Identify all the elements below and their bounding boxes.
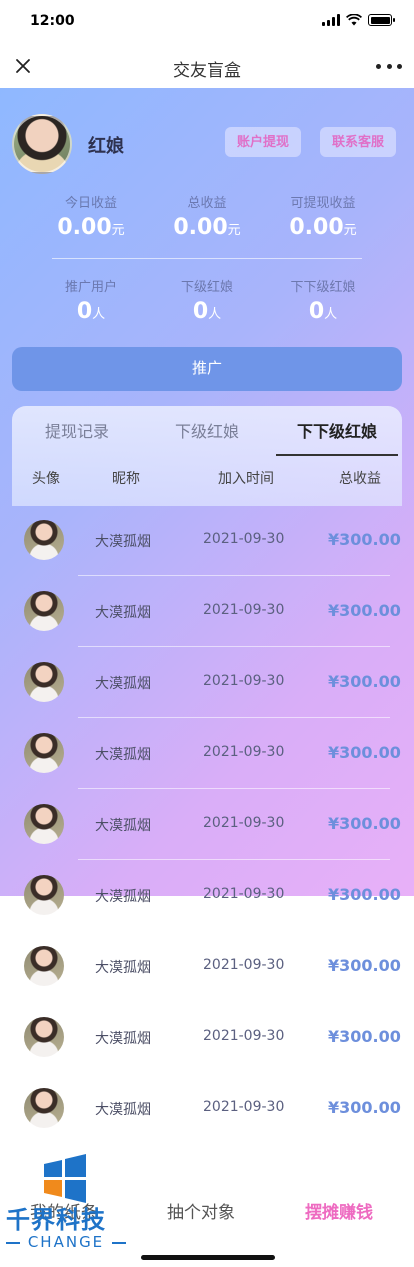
row-join-time: 2021-09-30 <box>203 531 285 547</box>
row-amount: ¥300.00 <box>328 743 401 762</box>
stat-sub-matchmakers: 下级红娘 0人 <box>149 276 265 324</box>
table-row[interactable]: 大漠孤烟 2021-09-30 ¥300.00 <box>12 860 402 931</box>
status-icons <box>322 14 395 26</box>
table-row[interactable]: 大漠孤烟 2021-09-30 ¥300.00 <box>12 505 402 576</box>
withdraw-button[interactable]: 账户提现 <box>225 127 302 157</box>
stat-label: 推广用户 <box>64 280 117 295</box>
row-join-time: 2021-09-30 <box>203 957 285 973</box>
row-nickname: 大漠孤烟 <box>95 889 151 905</box>
divider <box>52 258 362 259</box>
table-header: 头像 昵称 加入时间 总收益 <box>12 468 402 492</box>
table-row[interactable]: 大漠孤烟 2021-09-30 ¥300.00 <box>12 789 402 860</box>
stat-total-income: 总收益 0.00元 <box>149 192 265 240</box>
stat-value: 0.00元 <box>289 215 357 240</box>
avatar <box>24 804 64 844</box>
promote-button[interactable]: 推广 <box>12 347 402 391</box>
wifi-icon <box>346 14 362 26</box>
table-row[interactable]: 大漠孤烟 2021-09-30 ¥300.00 <box>12 931 402 1002</box>
column-header-join-time: 加入时间 <box>218 471 274 487</box>
column-header-nickname: 昵称 <box>112 471 140 487</box>
row-nickname: 大漠孤烟 <box>95 747 151 763</box>
row-amount: ¥300.00 <box>328 814 401 833</box>
row-amount: ¥300.00 <box>328 672 401 691</box>
row-nickname: 大漠孤烟 <box>95 818 151 834</box>
row-join-time: 2021-09-30 <box>203 1028 285 1044</box>
row-join-time: 2021-09-30 <box>203 744 285 760</box>
tab-withdraw-records[interactable]: 提现记录 <box>12 406 142 454</box>
row-amount: ¥300.00 <box>328 885 401 904</box>
row-amount: ¥300.00 <box>328 601 401 620</box>
row-join-time: 2021-09-30 <box>203 815 285 831</box>
table-row[interactable]: 大漠孤烟 2021-09-30 ¥300.00 <box>12 576 402 647</box>
bottom-tab-draw-match[interactable]: 抽个对象 <box>167 1198 235 1223</box>
bottom-tab-earn-money[interactable]: 摆摊赚钱 <box>305 1198 373 1223</box>
page-title: 交友盲盒 <box>173 61 241 81</box>
row-amount: ¥300.00 <box>328 1027 401 1046</box>
avatar <box>24 875 64 915</box>
status-time: 12:00 <box>30 13 75 29</box>
stat-label: 总收益 <box>187 196 227 211</box>
status-bar: 12:00 <box>0 0 414 44</box>
stat-value: 0人 <box>192 299 222 324</box>
row-amount: ¥300.00 <box>328 1098 401 1117</box>
row-nickname: 大漠孤烟 <box>95 534 151 550</box>
avatar <box>12 114 72 174</box>
stat-value: 0.00元 <box>173 215 241 240</box>
column-header-total: 总收益 <box>339 471 381 487</box>
avatar <box>24 591 64 631</box>
table-row[interactable]: 大漠孤烟 2021-09-30 ¥300.00 <box>12 1002 402 1073</box>
row-nickname: 大漠孤烟 <box>95 605 151 621</box>
stat-value: 0人 <box>76 299 106 324</box>
watermark-subtext: CHANGE <box>6 1233 126 1251</box>
stat-sub-sub-matchmakers: 下下级红娘 0人 <box>265 276 381 324</box>
stat-label: 下下级红娘 <box>290 280 356 295</box>
row-join-time: 2021-09-30 <box>203 673 285 689</box>
stat-promoted-users: 推广用户 0人 <box>33 276 149 324</box>
table-row[interactable]: 大漠孤烟 2021-09-30 ¥300.00 <box>12 718 402 789</box>
row-join-time: 2021-09-30 <box>203 886 285 902</box>
watermark: 千界科技 CHANGE <box>2 1150 130 1267</box>
home-indicator <box>141 1255 275 1260</box>
row-nickname: 大漠孤烟 <box>95 960 151 976</box>
avatar <box>24 520 64 560</box>
row-nickname: 大漠孤烟 <box>95 676 151 692</box>
stat-label: 可提现收益 <box>290 196 356 211</box>
stat-value: 0.00元 <box>57 215 125 240</box>
avatar <box>24 946 64 986</box>
stat-today-income: 今日收益 0.00元 <box>33 192 149 240</box>
user-name: 红娘 <box>88 136 124 157</box>
nav-bar: 交友盲盒 <box>0 44 414 88</box>
stat-label: 下级红娘 <box>180 280 233 295</box>
column-header-avatar: 头像 <box>32 471 60 487</box>
tab-bar: 提现记录 下级红娘 下下级红娘 <box>12 406 402 456</box>
signal-icon <box>322 14 340 26</box>
stat-value: 0人 <box>308 299 338 324</box>
row-join-time: 2021-09-30 <box>203 1099 285 1115</box>
row-amount: ¥300.00 <box>328 956 401 975</box>
avatar <box>24 1088 64 1128</box>
stat-label: 今日收益 <box>64 196 117 211</box>
avatar <box>24 1017 64 1057</box>
avatar <box>24 733 64 773</box>
user-stats: 推广用户 0人 下级红娘 0人 下下级红娘 0人 <box>0 276 414 324</box>
more-icon[interactable] <box>376 56 402 76</box>
tab-card: 提现记录 下级红娘 下下级红娘 头像 昵称 加入时间 总收益 <box>12 406 402 506</box>
tab-sub-matchmakers[interactable]: 下级红娘 <box>142 406 272 454</box>
row-amount: ¥300.00 <box>328 530 401 549</box>
row-nickname: 大漠孤烟 <box>95 1031 151 1047</box>
income-stats: 今日收益 0.00元 总收益 0.00元 可提现收益 0.00元 <box>0 192 414 240</box>
row-join-time: 2021-09-30 <box>203 602 285 618</box>
contact-service-button[interactable]: 联系客服 <box>320 127 397 157</box>
windows-logo-icon <box>44 1154 86 1203</box>
watermark-text: 千界科技 <box>6 1206 106 1234</box>
tab-sub-sub-matchmakers[interactable]: 下下级红娘 <box>272 406 402 456</box>
battery-icon <box>368 14 395 26</box>
stat-withdrawable-income: 可提现收益 0.00元 <box>265 192 381 240</box>
member-list: 大漠孤烟 2021-09-30 ¥300.00 大漠孤烟 2021-09-30 … <box>12 505 402 1144</box>
row-nickname: 大漠孤烟 <box>95 1102 151 1118</box>
avatar <box>24 662 64 702</box>
table-row[interactable]: 大漠孤烟 2021-09-30 ¥300.00 <box>12 1073 402 1144</box>
table-row[interactable]: 大漠孤烟 2021-09-30 ¥300.00 <box>12 647 402 718</box>
